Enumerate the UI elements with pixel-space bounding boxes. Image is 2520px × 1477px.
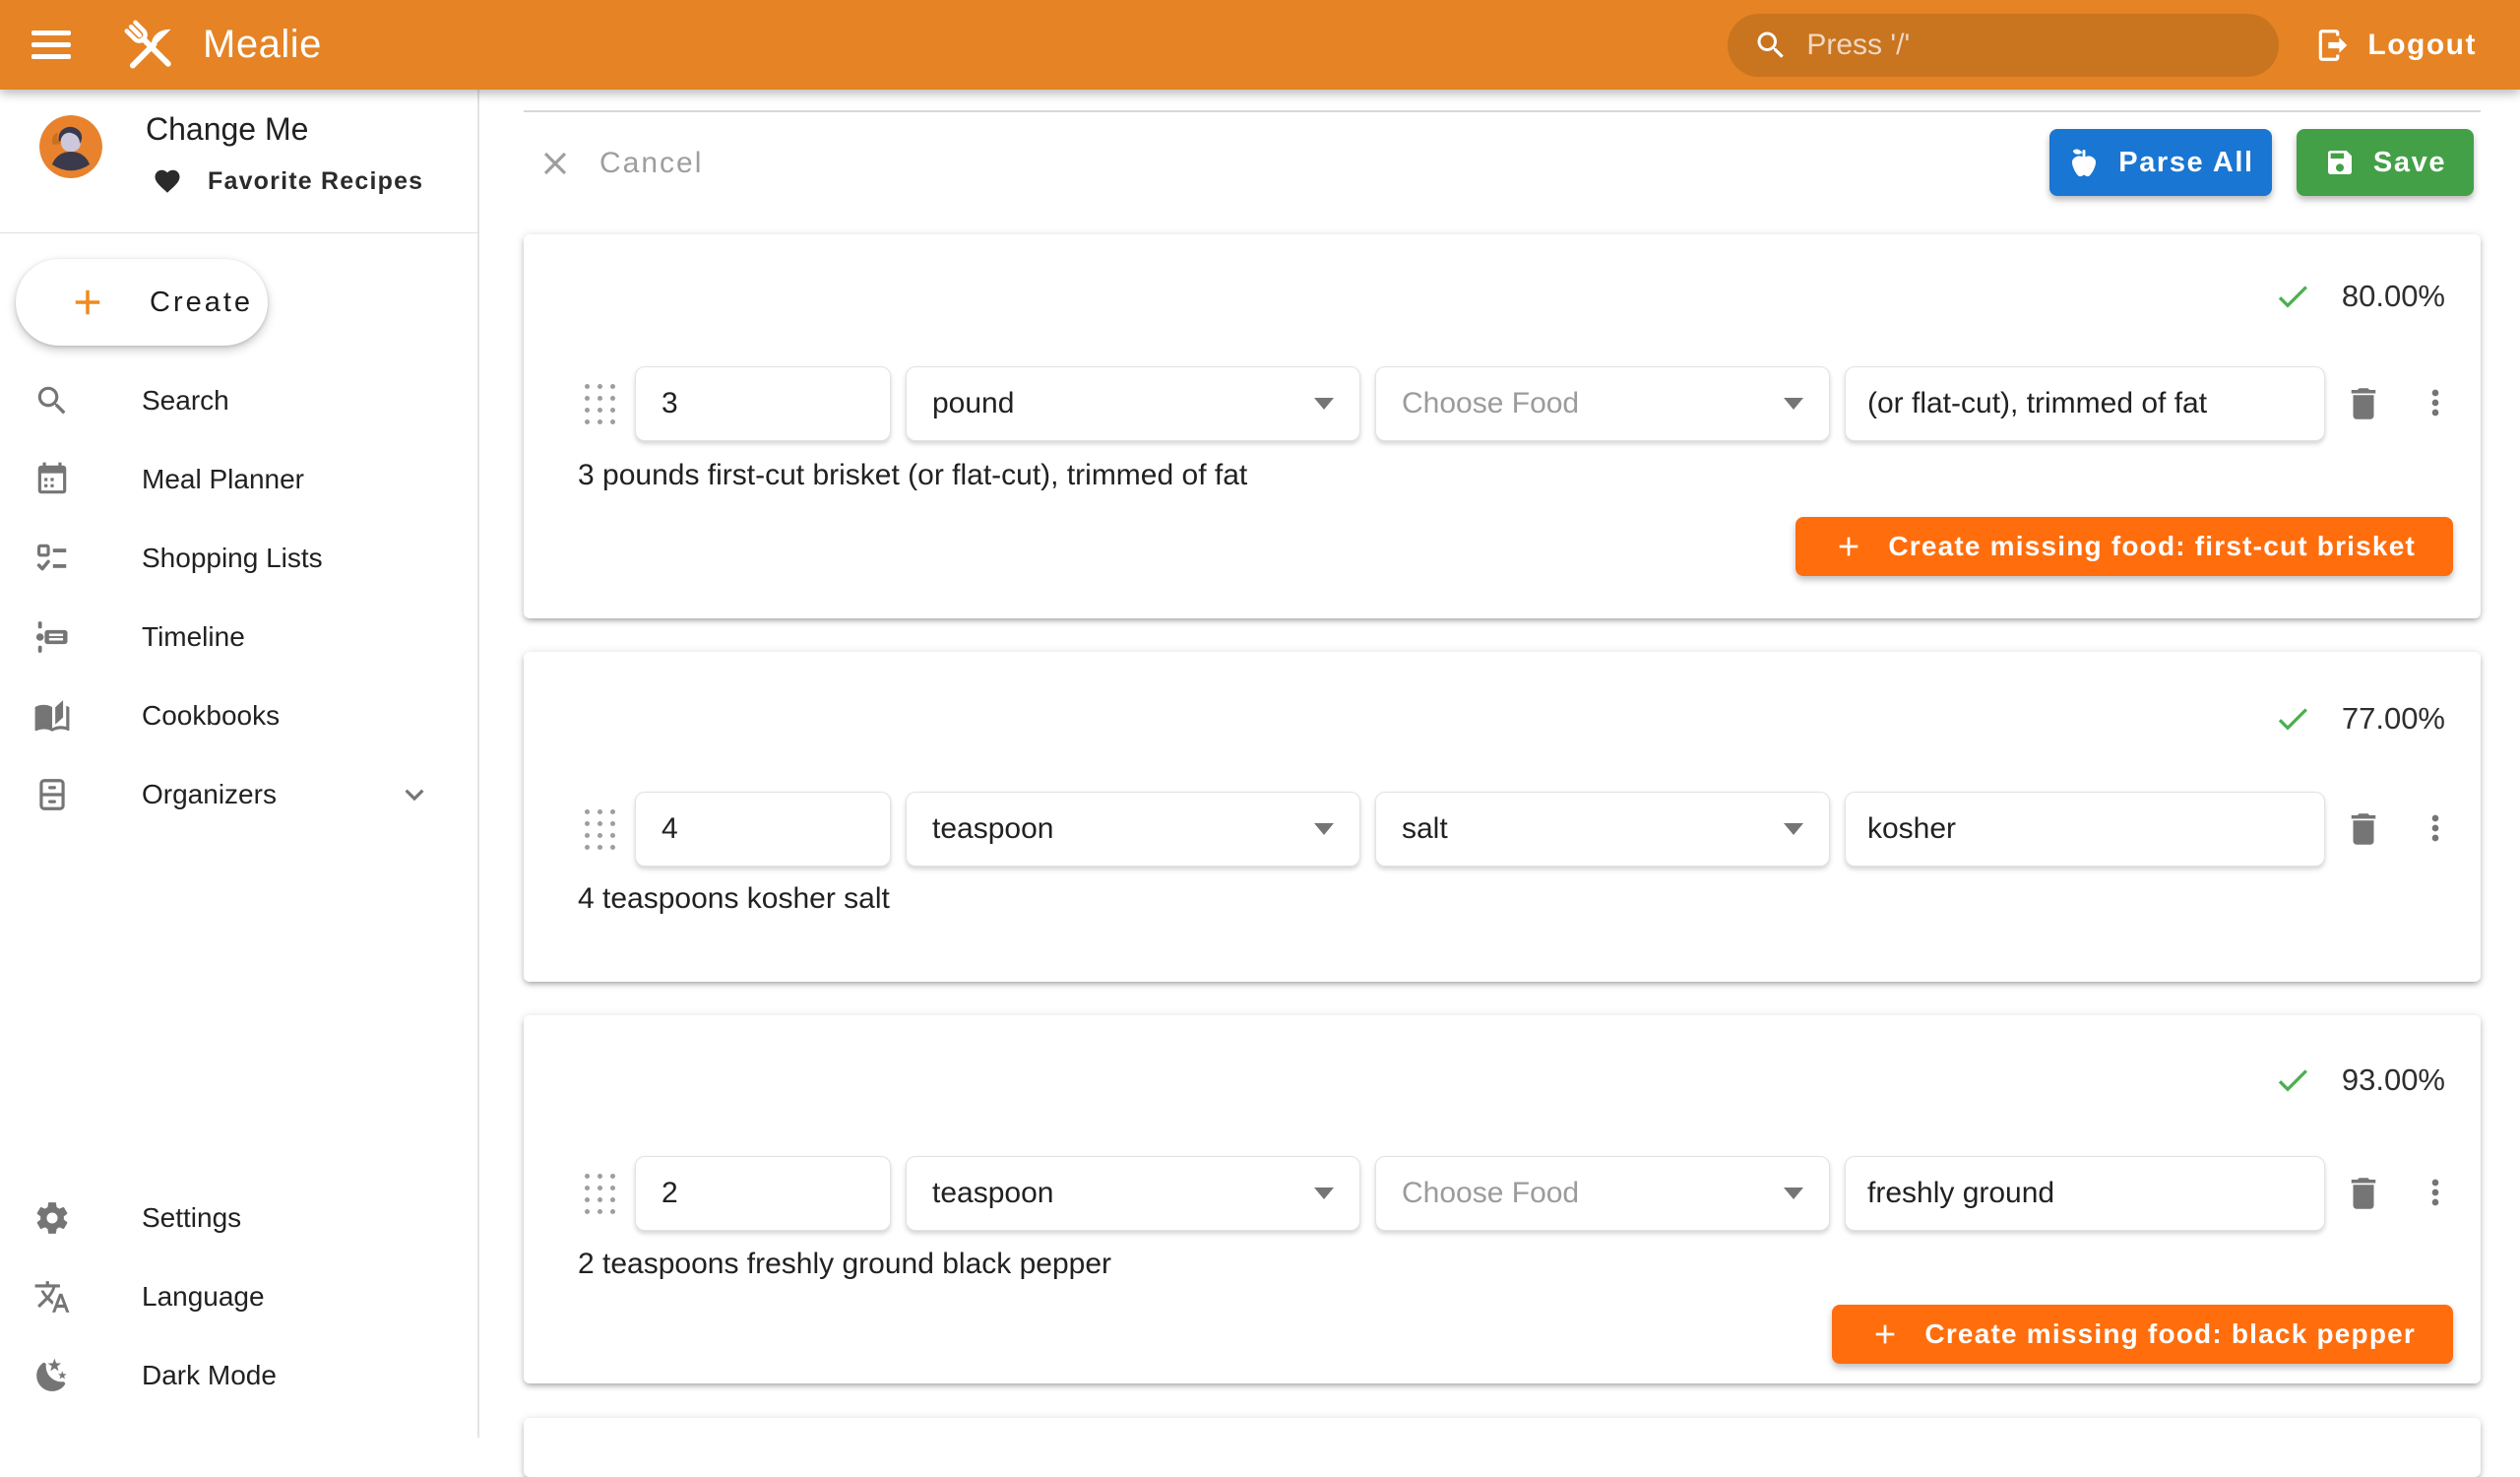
kebab-menu-icon[interactable] xyxy=(2416,1173,2455,1212)
translate-icon xyxy=(32,1278,72,1316)
drag-handle-icon[interactable] xyxy=(585,809,616,850)
dropdown-arrow-icon xyxy=(1784,1188,1803,1199)
quantity-input[interactable] xyxy=(635,1156,891,1231)
sidebar-item-timeline[interactable]: Timeline xyxy=(0,598,477,676)
calendar-icon xyxy=(32,461,72,498)
sidebar-item-organizers[interactable]: Organizers xyxy=(0,755,477,834)
gear-icon xyxy=(32,1199,72,1237)
kebab-menu-icon[interactable] xyxy=(2416,383,2455,422)
food-select[interactable]: salt xyxy=(1375,792,1830,867)
main-content: Cancel Parse All Save 80.00% pound Choos… xyxy=(481,90,2520,1438)
sidebar-item-settings[interactable]: Settings xyxy=(0,1179,477,1257)
confidence-indicator: 93.00% xyxy=(2273,1060,2445,1100)
dropdown-arrow-icon xyxy=(1784,823,1803,835)
search-icon xyxy=(32,382,72,419)
check-icon xyxy=(2273,277,2312,316)
user-name: Change Me xyxy=(146,111,308,148)
plus-icon xyxy=(1833,531,1864,562)
quantity-input[interactable] xyxy=(635,366,891,441)
chevron-down-icon[interactable] xyxy=(396,776,433,813)
app-header: Mealie Press '/' Logout xyxy=(0,0,2520,90)
logout-icon xyxy=(2314,27,2352,64)
sidebar-item-language[interactable]: Language xyxy=(0,1257,477,1336)
unit-select[interactable]: teaspoon xyxy=(906,792,1360,867)
create-missing-food-button[interactable]: Create missing food: black pepper xyxy=(1832,1305,2453,1364)
heart-icon xyxy=(153,166,182,196)
quantity-input[interactable] xyxy=(635,792,891,867)
drag-handle-icon[interactable] xyxy=(585,1174,616,1214)
global-search-input[interactable]: Press '/' xyxy=(1728,14,2279,77)
create-missing-food-button[interactable]: Create missing food: first-cut brisket xyxy=(1796,517,2453,576)
cancel-button[interactable]: Cancel xyxy=(536,133,703,194)
parse-all-button[interactable]: Parse All xyxy=(2049,129,2272,196)
original-ingredient-text: 2 teaspoons freshly ground black pepper xyxy=(578,1248,1111,1281)
search-placeholder: Press '/' xyxy=(1806,29,1910,62)
note-input[interactable] xyxy=(1845,792,2325,867)
dropdown-arrow-icon xyxy=(1314,823,1334,835)
trash-icon[interactable] xyxy=(2343,383,2384,424)
confidence-value: 93.00% xyxy=(2342,1062,2445,1098)
drawer-icon xyxy=(32,776,72,813)
trash-icon[interactable] xyxy=(2343,1173,2384,1214)
apple-icon xyxy=(2067,146,2101,179)
dropdown-arrow-icon xyxy=(1314,1188,1334,1199)
ingredient-card-1: 80.00% pound Choose Food 3 pounds first-… xyxy=(524,234,2481,618)
plus-icon xyxy=(1869,1318,1901,1350)
unit-select[interactable]: teaspoon xyxy=(906,1156,1360,1231)
sidebar-item-dark-mode[interactable]: Dark Mode xyxy=(0,1336,477,1415)
create-button[interactable]: Create xyxy=(16,259,268,346)
kebab-menu-icon[interactable] xyxy=(2416,808,2455,848)
checklist-icon xyxy=(32,540,72,577)
food-select[interactable]: Choose Food xyxy=(1375,366,1830,441)
confidence-indicator: 80.00% xyxy=(2273,277,2445,316)
sidebar-divider xyxy=(0,232,477,233)
menu-icon[interactable] xyxy=(32,24,71,66)
logout-button[interactable]: Logout xyxy=(2314,27,2477,64)
favorite-recipes-link[interactable]: Favorite Recipes xyxy=(153,166,423,196)
ingredient-card-2: 77.00% teaspoon salt 4 teaspoons kosher … xyxy=(524,652,2481,982)
timeline-icon xyxy=(32,618,72,656)
ingredient-card-3: 93.00% teaspoon Choose Food 2 teaspoons … xyxy=(524,1015,2481,1383)
app-title: Mealie xyxy=(203,23,322,67)
check-icon xyxy=(2273,1060,2312,1100)
confidence-value: 80.00% xyxy=(2342,279,2445,314)
confidence-indicator: 77.00% xyxy=(2273,699,2445,738)
drag-handle-icon[interactable] xyxy=(585,384,616,424)
sidebar-item-shopping-lists[interactable]: Shopping Lists xyxy=(0,519,477,598)
confidence-value: 77.00% xyxy=(2342,701,2445,737)
book-open-icon xyxy=(32,697,72,735)
note-input[interactable] xyxy=(1845,366,2325,441)
moon-stars-icon xyxy=(32,1357,72,1394)
unit-select[interactable]: pound xyxy=(906,366,1360,441)
sidebar-item-search[interactable]: Search xyxy=(0,361,477,440)
save-icon xyxy=(2324,147,2356,178)
close-icon xyxy=(536,145,574,182)
ingredient-card-4-partial xyxy=(524,1418,2481,1477)
plus-icon xyxy=(67,282,108,323)
sidebar-item-meal-planner[interactable]: Meal Planner xyxy=(0,440,477,519)
user-section[interactable]: Change Me Favorite Recipes xyxy=(0,90,477,232)
original-ingredient-text: 3 pounds first-cut brisket (or flat-cut)… xyxy=(578,459,1247,492)
trash-icon[interactable] xyxy=(2343,808,2384,850)
sidebar-item-cookbooks[interactable]: Cookbooks xyxy=(0,676,477,755)
food-select[interactable]: Choose Food xyxy=(1375,1156,1830,1231)
section-divider xyxy=(524,110,2481,112)
note-input[interactable] xyxy=(1845,1156,2325,1231)
original-ingredient-text: 4 teaspoons kosher salt xyxy=(578,882,890,916)
app-brand[interactable]: Mealie xyxy=(118,14,322,77)
silverware-logo-icon xyxy=(118,14,181,77)
save-button[interactable]: Save xyxy=(2297,129,2474,196)
check-icon xyxy=(2273,699,2312,738)
sidebar: Change Me Favorite Recipes Create Search… xyxy=(0,90,479,1438)
search-icon xyxy=(1753,28,1789,63)
dropdown-arrow-icon xyxy=(1314,398,1334,410)
dropdown-arrow-icon xyxy=(1784,398,1803,410)
avatar xyxy=(39,115,102,178)
